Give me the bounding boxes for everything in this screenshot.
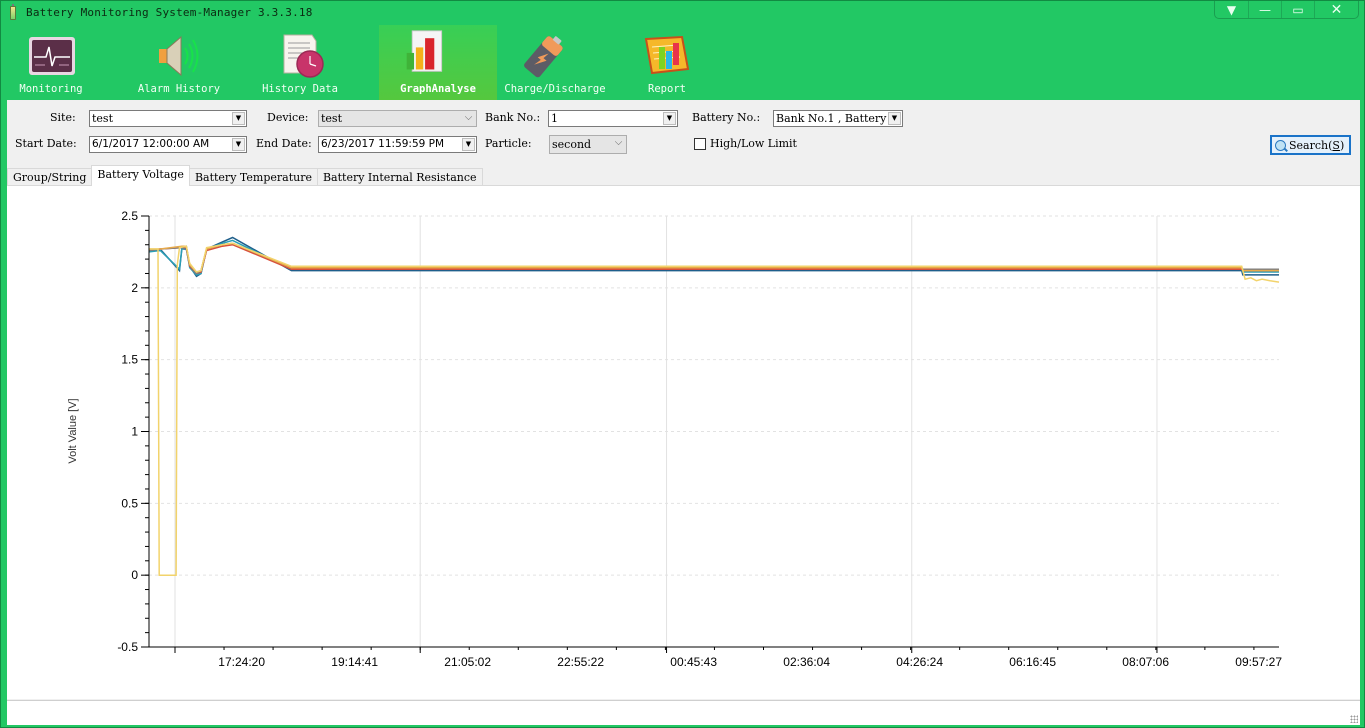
x-tick-label: 21:05:02 <box>444 655 491 669</box>
battery-no-label: Battery No.: <box>692 111 761 124</box>
speaker-alarm-icon <box>159 35 199 77</box>
bank-no-value: 1 <box>551 112 558 125</box>
chevron-down-icon: ⌵ <box>614 137 623 148</box>
bank-no-select[interactable]: 1 ▼ <box>548 110 678 127</box>
bar-graph-icon <box>406 30 443 72</box>
bank-no-label: Bank No.: <box>485 111 541 124</box>
search-button[interactable]: Search(S) <box>1270 135 1351 155</box>
tab-battery-internal-resistance[interactable]: Battery Internal Resistance <box>316 168 483 186</box>
resize-grip[interactable] <box>1350 715 1358 723</box>
title-bar: Battery Monitoring System-Manager 3.3.3.… <box>1 1 1364 25</box>
particle-value: second <box>552 138 592 151</box>
high-low-limit-checkbox[interactable] <box>694 138 706 150</box>
search-icon <box>1275 139 1286 151</box>
report-chart-icon <box>644 35 690 75</box>
axis-layer: 2.5 2 1.5 1 0.5 0 -0.5 17:24:20 19:14:41 21:05:02… <box>117 209 1282 669</box>
x-tick-label: 04:26:24 <box>896 655 943 669</box>
start-date-value: 6/1/2017 12:00:00 AM <box>92 138 210 150</box>
y-tick-label: 1.5 <box>121 353 138 367</box>
grid-layer <box>149 215 1279 648</box>
nav-label: GraphAnalyse <box>400 83 476 95</box>
x-tick-label: 02:36:04 <box>783 655 830 669</box>
dropdown-arrow-icon: ▼ <box>888 112 901 125</box>
nav-label: History Data <box>262 83 338 95</box>
tab-bar: Group/String Battery Voltage Battery Tem… <box>7 165 483 186</box>
series-line-1 <box>149 236 1279 278</box>
chart-panel: 2.5 2 1.5 1 0.5 0 -0.5 17:24:20 19:14:41 21:05:02… <box>7 185 1360 699</box>
dropdown-arrow-icon: ▼ <box>232 138 245 151</box>
content-panel: Site: test ▼ Device: test ⌵ Bank No.: 1 … <box>7 100 1360 725</box>
nav-item-history-data[interactable]: History Data <box>256 25 344 100</box>
x-tick-label: 22:55:22 <box>557 655 604 669</box>
device-value: test <box>321 112 342 125</box>
battery-charge-icon <box>524 36 563 78</box>
close-icon[interactable]: ✕ <box>1314 1 1358 18</box>
nav-item-graph-analyse[interactable]: GraphAnalyse <box>379 25 497 100</box>
minimize-icon[interactable]: — <box>1248 1 1281 18</box>
start-date-picker[interactable]: 6/1/2017 12:00:00 AM ▼ <box>89 136 247 153</box>
y-tick-label: -0.5 <box>117 640 138 654</box>
x-tick-label: 06:16:45 <box>1009 655 1056 669</box>
y-tick-label: 2 <box>131 281 138 295</box>
chevron-down-icon: ⌵ <box>464 112 473 123</box>
series-line-6 <box>149 242 1280 576</box>
filter-bar: Site: test ▼ Device: test ⌵ Bank No.: 1 … <box>7 100 1360 166</box>
x-tick-label: 09:57:27 <box>1235 655 1282 669</box>
dropdown-arrow-icon: ▼ <box>663 112 676 125</box>
high-low-limit-label[interactable]: High/Low Limit <box>710 137 797 150</box>
caret-down-icon[interactable]: ▼ <box>1215 1 1248 18</box>
nav-label: Monitoring <box>19 83 83 95</box>
nav-label: Report <box>648 83 686 95</box>
dropdown-arrow-icon: ▼ <box>232 112 245 125</box>
series-line-5 <box>149 242 1279 273</box>
tab-battery-temperature[interactable]: Battery Temperature <box>188 168 318 186</box>
tab-battery-voltage[interactable]: Battery Voltage <box>91 165 190 186</box>
y-axis-label: Volt Value [V] <box>67 398 79 463</box>
end-date-label: End Date: <box>256 137 312 150</box>
app-window: Battery Monitoring System-Manager 3.3.3.… <box>0 0 1365 728</box>
y-tick-label: 1 <box>131 425 138 439</box>
particle-select[interactable]: second ⌵ <box>549 135 627 154</box>
dropdown-arrow-icon: ▼ <box>462 138 475 151</box>
y-tick-label: 0.5 <box>121 496 138 510</box>
y-tick-label: 2.5 <box>121 209 138 223</box>
particle-label: Particle: <box>485 137 532 150</box>
nav-item-report[interactable]: Report <box>637 25 697 100</box>
tab-group-string[interactable]: Group/String <box>7 168 93 186</box>
voltage-line-chart: 2.5 2 1.5 1 0.5 0 -0.5 17:24:20 19:14:41 21:05:02… <box>67 209 1282 669</box>
device-select[interactable]: test ⌵ <box>318 110 477 127</box>
battery-no-select[interactable]: Bank No.1 , Battery ▼ <box>773 110 903 127</box>
battery-no-value: Bank No.1 , Battery <box>776 112 887 125</box>
nav-item-monitoring[interactable]: Monitoring <box>7 25 95 100</box>
x-tick-label: 17:24:20 <box>218 655 265 669</box>
battery-app-icon <box>10 4 16 20</box>
nav-label: Charge/Discharge <box>504 83 606 95</box>
device-label: Device: <box>267 111 309 124</box>
nav-item-charge-discharge[interactable]: Charge/Discharge <box>504 25 606 100</box>
start-date-label: Start Date: <box>15 137 77 150</box>
search-label: Search(S) <box>1289 138 1345 152</box>
end-date-value: 6/23/2017 11:59:59 PM <box>321 138 445 150</box>
monitor-waveform-icon <box>29 37 75 75</box>
maximize-icon[interactable]: ▭ <box>1281 1 1314 18</box>
end-date-picker[interactable]: 6/23/2017 11:59:59 PM ▼ <box>318 136 477 153</box>
series-line-3 <box>148 243 1279 275</box>
x-tick-label: 19:14:41 <box>331 655 378 669</box>
x-tick-label: 08:07:06 <box>1122 655 1169 669</box>
window-title: Battery Monitoring System-Manager 3.3.3.… <box>26 6 313 19</box>
y-tick-label: 0 <box>131 568 138 582</box>
site-select[interactable]: test ▼ <box>89 110 247 127</box>
nav-item-alarm-history[interactable]: Alarm History <box>135 25 223 100</box>
site-value: test <box>92 112 113 125</box>
x-tick-label: 00:45:43 <box>670 655 717 669</box>
document-clock-icon <box>283 34 324 78</box>
window-controls: ▼ — ▭ ✕ <box>1214 1 1359 19</box>
status-bar <box>7 700 1360 725</box>
site-label: Site: <box>50 111 76 124</box>
nav-label: Alarm History <box>137 83 221 95</box>
